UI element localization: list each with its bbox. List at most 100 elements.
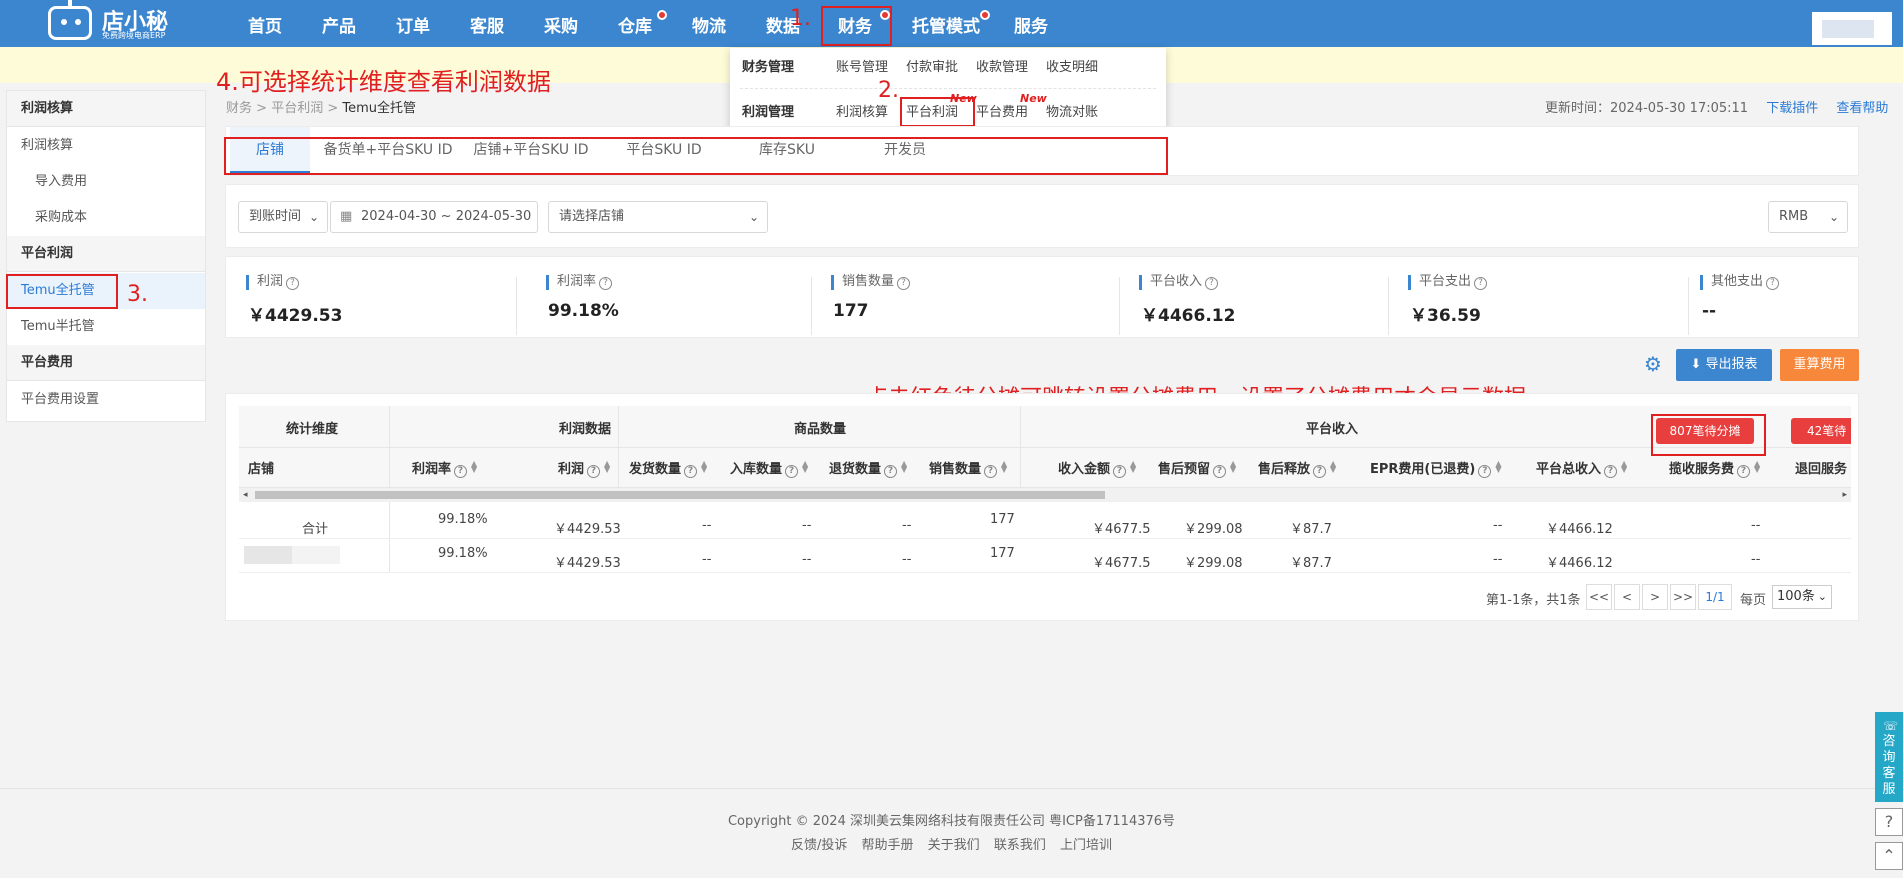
sort-icon: ▲ ▼ bbox=[1330, 459, 1337, 474]
breadcrumb-platform-profit[interactable]: 平台利润 bbox=[271, 101, 323, 116]
stat-label: 利润 bbox=[257, 274, 284, 289]
col-pickup-fee[interactable]: 揽收服务费 ?▲ ▼ bbox=[1669, 458, 1760, 478]
col-income-amount[interactable]: 收入金额 ?▲ ▼ bbox=[1058, 458, 1136, 478]
chevron-down-icon: ⌄ bbox=[1817, 590, 1827, 603]
time-type-select[interactable]: 到账时间 ⌄ bbox=[238, 201, 328, 233]
col-return-service: 退回服务 bbox=[1795, 462, 1848, 477]
help-icon[interactable]: ? bbox=[1474, 277, 1488, 290]
dropdown-item-receipt-management[interactable]: 收款管理 bbox=[976, 56, 1028, 75]
dropdown-item-payment-approval[interactable]: 付款审批 bbox=[906, 56, 958, 75]
cell-profit: ￥4429.53 bbox=[554, 556, 621, 571]
nav-customer-service[interactable]: 客服 bbox=[470, 0, 504, 47]
download-plugin-link[interactable]: 下载插件 bbox=[1766, 101, 1818, 116]
footer-link-help-manual[interactable]: 帮助手册 bbox=[862, 838, 914, 853]
headset-icon: ☏ bbox=[1883, 719, 1899, 733]
nav-warehouse[interactable]: 仓库 bbox=[618, 0, 652, 47]
date-range-input[interactable]: ▦ 2024-04-30 ~ 2024-05-30 bbox=[330, 201, 538, 233]
footer-link-about[interactable]: 关于我们 bbox=[928, 838, 980, 853]
currency-select[interactable]: RMB ⌄ bbox=[1768, 201, 1848, 233]
footer-link-onsite-training[interactable]: 上门培训 bbox=[1060, 838, 1112, 853]
consult-service-widget[interactable]: ☏ 咨询客服 bbox=[1875, 712, 1903, 802]
col-shipped-qty[interactable]: 发货数量 ?▲ ▼ bbox=[629, 458, 707, 478]
annotation-step-1: 1. bbox=[790, 6, 811, 31]
stat-label: 平台收入 bbox=[1150, 274, 1203, 289]
sidebar-item-purchase-cost[interactable]: 采购成本 bbox=[7, 200, 205, 236]
nav-logistics[interactable]: 物流 bbox=[692, 0, 726, 47]
sidebar: 利润核算 利润核算 导入费用 采购成本 平台利润 Temu全托管 Temu半托管… bbox=[6, 90, 206, 422]
settings-gear-icon[interactable]: ⚙ bbox=[1644, 354, 1662, 374]
col-profit[interactable]: 利润 ?▲ ▼ bbox=[558, 458, 610, 478]
help-icon[interactable]: ? bbox=[897, 277, 911, 290]
help-icon[interactable]: ? bbox=[286, 277, 300, 290]
col-epr-fee[interactable]: EPR费用(已退费) ?▲ ▼ bbox=[1370, 458, 1501, 478]
col-return-qty[interactable]: 退货数量 ?▲ ▼ bbox=[829, 458, 907, 478]
scroll-right-icon[interactable]: ▸ bbox=[1842, 488, 1847, 502]
col-platform-total-income[interactable]: 平台总收入 ?▲ ▼ bbox=[1536, 458, 1627, 478]
shop-select[interactable]: 请选择店铺 ⌄ bbox=[548, 201, 768, 233]
sort-icon: ▲ ▼ bbox=[901, 459, 908, 474]
dropdown-item-logistics-reconciliation[interactable]: 物流对账 bbox=[1046, 101, 1098, 120]
pending-allocation-badge-2[interactable]: 42笔待 bbox=[1791, 418, 1851, 444]
nav-products[interactable]: 产品 bbox=[322, 0, 356, 47]
sidebar-item-temu-semi-managed[interactable]: Temu半托管 bbox=[7, 309, 205, 345]
sidebar-item-profit-accounting[interactable]: 利润核算 bbox=[7, 128, 205, 164]
sidebar-item-platform-fee-settings[interactable]: 平台费用设置 bbox=[7, 382, 205, 418]
nav-home[interactable]: 首页 bbox=[248, 0, 282, 47]
footer-link-contact[interactable]: 联系我们 bbox=[994, 838, 1046, 853]
nav-orders[interactable]: 订单 bbox=[396, 0, 430, 47]
export-report-button[interactable]: ⬇ 导出报表 bbox=[1676, 349, 1772, 381]
help-icon[interactable]: ? bbox=[1766, 277, 1780, 290]
next-page-button[interactable]: > bbox=[1642, 584, 1668, 610]
scrollbar-thumb[interactable] bbox=[255, 491, 1105, 499]
user-account-box[interactable] bbox=[1812, 12, 1892, 45]
help-icon: ? bbox=[1213, 465, 1227, 478]
date-range-value: 2024-04-30 ~ 2024-05-30 bbox=[361, 209, 532, 224]
dropdown-item-income-expense-detail[interactable]: 收支明细 bbox=[1046, 56, 1098, 75]
stat-value: ￥4429.53 bbox=[248, 306, 343, 326]
dropdown-item-account-management[interactable]: 账号管理 bbox=[836, 56, 888, 75]
dropdown-item-profit-accounting[interactable]: 利润核算 bbox=[836, 101, 888, 120]
sidebar-group-profit-accounting: 利润核算 bbox=[7, 91, 205, 127]
back-to-top-icon[interactable]: ⌃ bbox=[1875, 842, 1903, 870]
logo[interactable]: 店小秘 免费跨境电商ERP bbox=[48, 0, 178, 42]
cell-after-sale-release: ￥87.7 bbox=[1290, 556, 1332, 571]
highlight-finance-nav bbox=[821, 6, 892, 46]
sort-icon: ▲ ▼ bbox=[1621, 459, 1628, 474]
nav-purchase[interactable]: 采购 bbox=[544, 0, 578, 47]
breadcrumb-finance[interactable]: 财务 bbox=[226, 101, 252, 116]
prev-page-button[interactable]: < bbox=[1614, 584, 1640, 610]
help-icon: ? bbox=[1113, 465, 1127, 478]
recalculate-fees-button[interactable]: 重算费用 bbox=[1780, 349, 1859, 381]
cell-shipped-qty: -- bbox=[702, 518, 712, 533]
col-after-sale-reserve[interactable]: 售后预留 ?▲ ▼ bbox=[1158, 458, 1236, 478]
sort-icon: ▲ ▼ bbox=[1001, 459, 1008, 474]
col-inbound-qty[interactable]: 入库数量 ?▲ ▼ bbox=[730, 458, 808, 478]
col-profit-rate[interactable]: 利润率 ?▲ ▼ bbox=[412, 458, 477, 478]
help-icon[interactable]: ? bbox=[1205, 277, 1219, 290]
per-page-select[interactable]: 100条 ⌄ bbox=[1772, 585, 1832, 609]
pagination: 第1-1条，共1条 << < > >> 1/1 每页 100条 ⌄ bbox=[1486, 584, 1856, 612]
shop-select-placeholder: 请选择店铺 bbox=[559, 209, 625, 224]
col-after-sale-release[interactable]: 售后释放 ?▲ ▼ bbox=[1258, 458, 1336, 478]
stat-value: 99.18% bbox=[548, 301, 619, 321]
stat-value: -- bbox=[1702, 301, 1717, 321]
cell-inbound-qty: -- bbox=[802, 552, 812, 567]
header-divider bbox=[239, 447, 1851, 448]
sidebar-item-import-fees[interactable]: 导入费用 bbox=[7, 164, 205, 200]
chevron-down-icon: ⌄ bbox=[748, 210, 759, 224]
help-icon[interactable]: ? bbox=[1875, 808, 1903, 836]
help-link[interactable]: 查看帮助 bbox=[1836, 101, 1888, 116]
first-page-button[interactable]: << bbox=[1586, 584, 1612, 610]
col-sales-qty[interactable]: 销售数量 ?▲ ▼ bbox=[929, 458, 1007, 478]
last-page-button[interactable]: >> bbox=[1670, 584, 1696, 610]
help-icon[interactable]: ? bbox=[599, 277, 613, 290]
nav-service[interactable]: 服务 bbox=[1014, 0, 1048, 47]
horizontal-scrollbar[interactable]: ◂ ▸ bbox=[239, 488, 1851, 502]
annotation-step-3: 3. bbox=[127, 282, 148, 307]
stat-label: 利润率 bbox=[557, 274, 597, 289]
scroll-left-icon[interactable]: ◂ bbox=[243, 488, 248, 502]
footer-link-feedback[interactable]: 反馈/投诉 bbox=[791, 838, 847, 853]
help-icon: ? bbox=[884, 465, 898, 478]
sort-icon: ▲ ▼ bbox=[1754, 459, 1761, 474]
nav-managed-mode[interactable]: 托管模式 bbox=[912, 0, 980, 47]
